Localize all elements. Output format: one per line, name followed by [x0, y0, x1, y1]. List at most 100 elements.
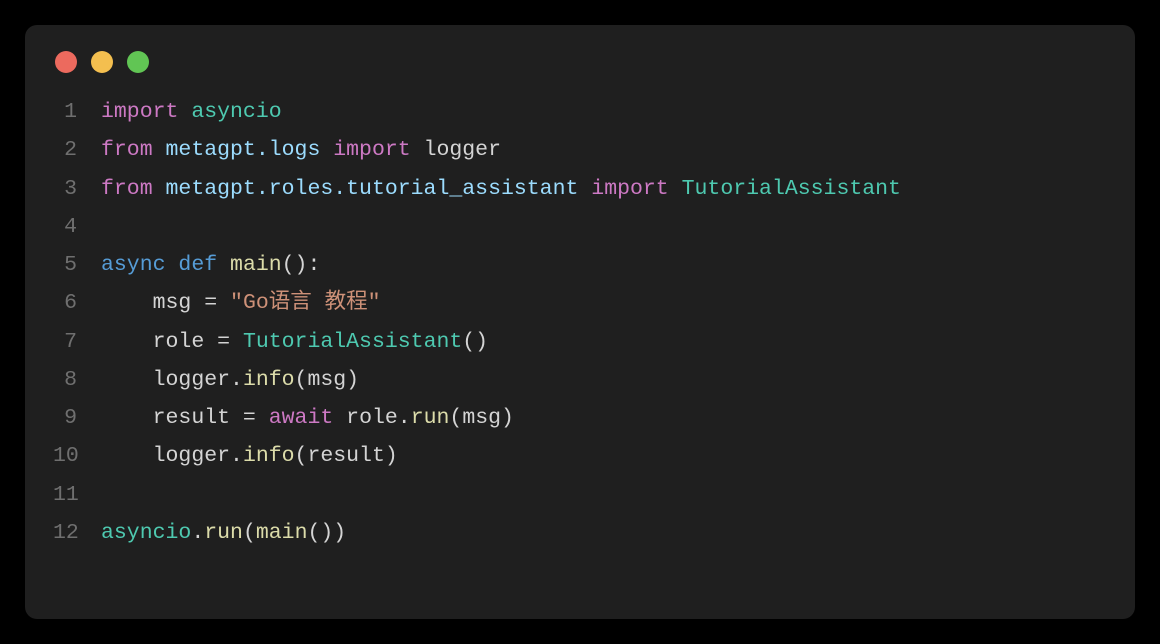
- code-line: 4: [53, 208, 1107, 246]
- line-content: from metagpt.roles.tutorial_assistant im…: [101, 170, 901, 208]
- token: ): [385, 444, 398, 468]
- token: import: [591, 177, 668, 201]
- token: logger: [153, 444, 230, 468]
- code-line: 9 result = await role.run(msg): [53, 399, 1107, 437]
- line-content: logger.info(msg): [101, 361, 359, 399]
- token: main: [256, 521, 308, 545]
- token: msg: [462, 406, 501, 430]
- token: msg: [153, 291, 192, 315]
- line-content: role = TutorialAssistant(): [101, 323, 488, 361]
- minimize-icon[interactable]: [91, 51, 113, 73]
- token: import: [101, 100, 178, 124]
- token: [153, 177, 166, 201]
- token: [101, 368, 153, 392]
- code-line: 8 logger.info(msg): [53, 361, 1107, 399]
- token: role: [153, 330, 205, 354]
- token: =: [191, 291, 230, 315]
- code-line: 6 msg = "Go语言 教程": [53, 284, 1107, 322]
- token: import: [333, 138, 410, 162]
- token: ): [501, 406, 514, 430]
- token: .: [191, 521, 204, 545]
- token: .: [230, 444, 243, 468]
- token: [217, 253, 230, 277]
- line-number: 10: [53, 437, 101, 475]
- line-content: from metagpt.logs import logger: [101, 131, 501, 169]
- token: .: [398, 406, 411, 430]
- line-number: 4: [53, 208, 101, 246]
- token: metagpt.logs: [166, 138, 321, 162]
- zoom-icon[interactable]: [127, 51, 149, 73]
- token: =: [230, 406, 269, 430]
- token: asyncio: [191, 100, 281, 124]
- line-content: logger.info(result): [101, 437, 398, 475]
- token: ): [346, 368, 359, 392]
- token: (: [295, 368, 308, 392]
- token: [578, 177, 591, 201]
- line-content: asyncio.run(main()): [101, 514, 346, 552]
- token: run: [411, 406, 450, 430]
- line-number: 8: [53, 361, 101, 399]
- token: [153, 138, 166, 162]
- token: [320, 138, 333, 162]
- code-line: 3from metagpt.roles.tutorial_assistant i…: [53, 170, 1107, 208]
- line-number: 2: [53, 131, 101, 169]
- token: ():: [282, 253, 321, 277]
- token: [166, 253, 179, 277]
- token: from: [101, 177, 153, 201]
- code-block: 1import asyncio2from metagpt.logs import…: [53, 93, 1107, 552]
- line-content: import asyncio: [101, 93, 282, 131]
- code-line: 10 logger.info(result): [53, 437, 1107, 475]
- token: (: [243, 521, 256, 545]
- token: result: [153, 406, 230, 430]
- line-number: 1: [53, 93, 101, 131]
- code-line: 5async def main():: [53, 246, 1107, 284]
- token: msg: [307, 368, 346, 392]
- token: result: [307, 444, 384, 468]
- line-content: msg = "Go语言 教程": [101, 284, 381, 322]
- token: logger: [424, 138, 501, 162]
- line-number: 7: [53, 323, 101, 361]
- token: .: [230, 368, 243, 392]
- token: info: [243, 444, 295, 468]
- token: asyncio: [101, 521, 191, 545]
- line-number: 6: [53, 284, 101, 322]
- token: (: [295, 444, 308, 468]
- token: (): [462, 330, 488, 354]
- token: run: [204, 521, 243, 545]
- token: [101, 330, 153, 354]
- token: def: [178, 253, 217, 277]
- token: [178, 100, 191, 124]
- line-number: 11: [53, 476, 101, 514]
- line-content: [101, 208, 114, 246]
- code-window: 1import asyncio2from metagpt.logs import…: [25, 25, 1135, 619]
- line-number: 9: [53, 399, 101, 437]
- code-line: 1import asyncio: [53, 93, 1107, 131]
- close-icon[interactable]: [55, 51, 77, 73]
- token: role: [346, 406, 398, 430]
- line-number: 12: [53, 514, 101, 552]
- line-content: [101, 476, 114, 514]
- token: ()): [307, 521, 346, 545]
- line-content: async def main():: [101, 246, 320, 284]
- token: async: [101, 253, 166, 277]
- token: logger: [153, 368, 230, 392]
- token: [669, 177, 682, 201]
- token: [411, 138, 424, 162]
- token: (: [449, 406, 462, 430]
- code-line: 2from metagpt.logs import logger: [53, 131, 1107, 169]
- token: [101, 291, 153, 315]
- token: [101, 406, 153, 430]
- code-line: 7 role = TutorialAssistant(): [53, 323, 1107, 361]
- line-content: result = await role.run(msg): [101, 399, 514, 437]
- token: [333, 406, 346, 430]
- token: "Go语言 教程": [230, 291, 381, 315]
- code-line: 11: [53, 476, 1107, 514]
- titlebar: [53, 47, 1107, 73]
- line-number: 5: [53, 246, 101, 284]
- token: [101, 444, 153, 468]
- token: TutorialAssistant: [243, 330, 462, 354]
- token: await: [269, 406, 334, 430]
- token: TutorialAssistant: [682, 177, 901, 201]
- code-line: 12asyncio.run(main()): [53, 514, 1107, 552]
- token: metagpt.roles.tutorial_assistant: [166, 177, 579, 201]
